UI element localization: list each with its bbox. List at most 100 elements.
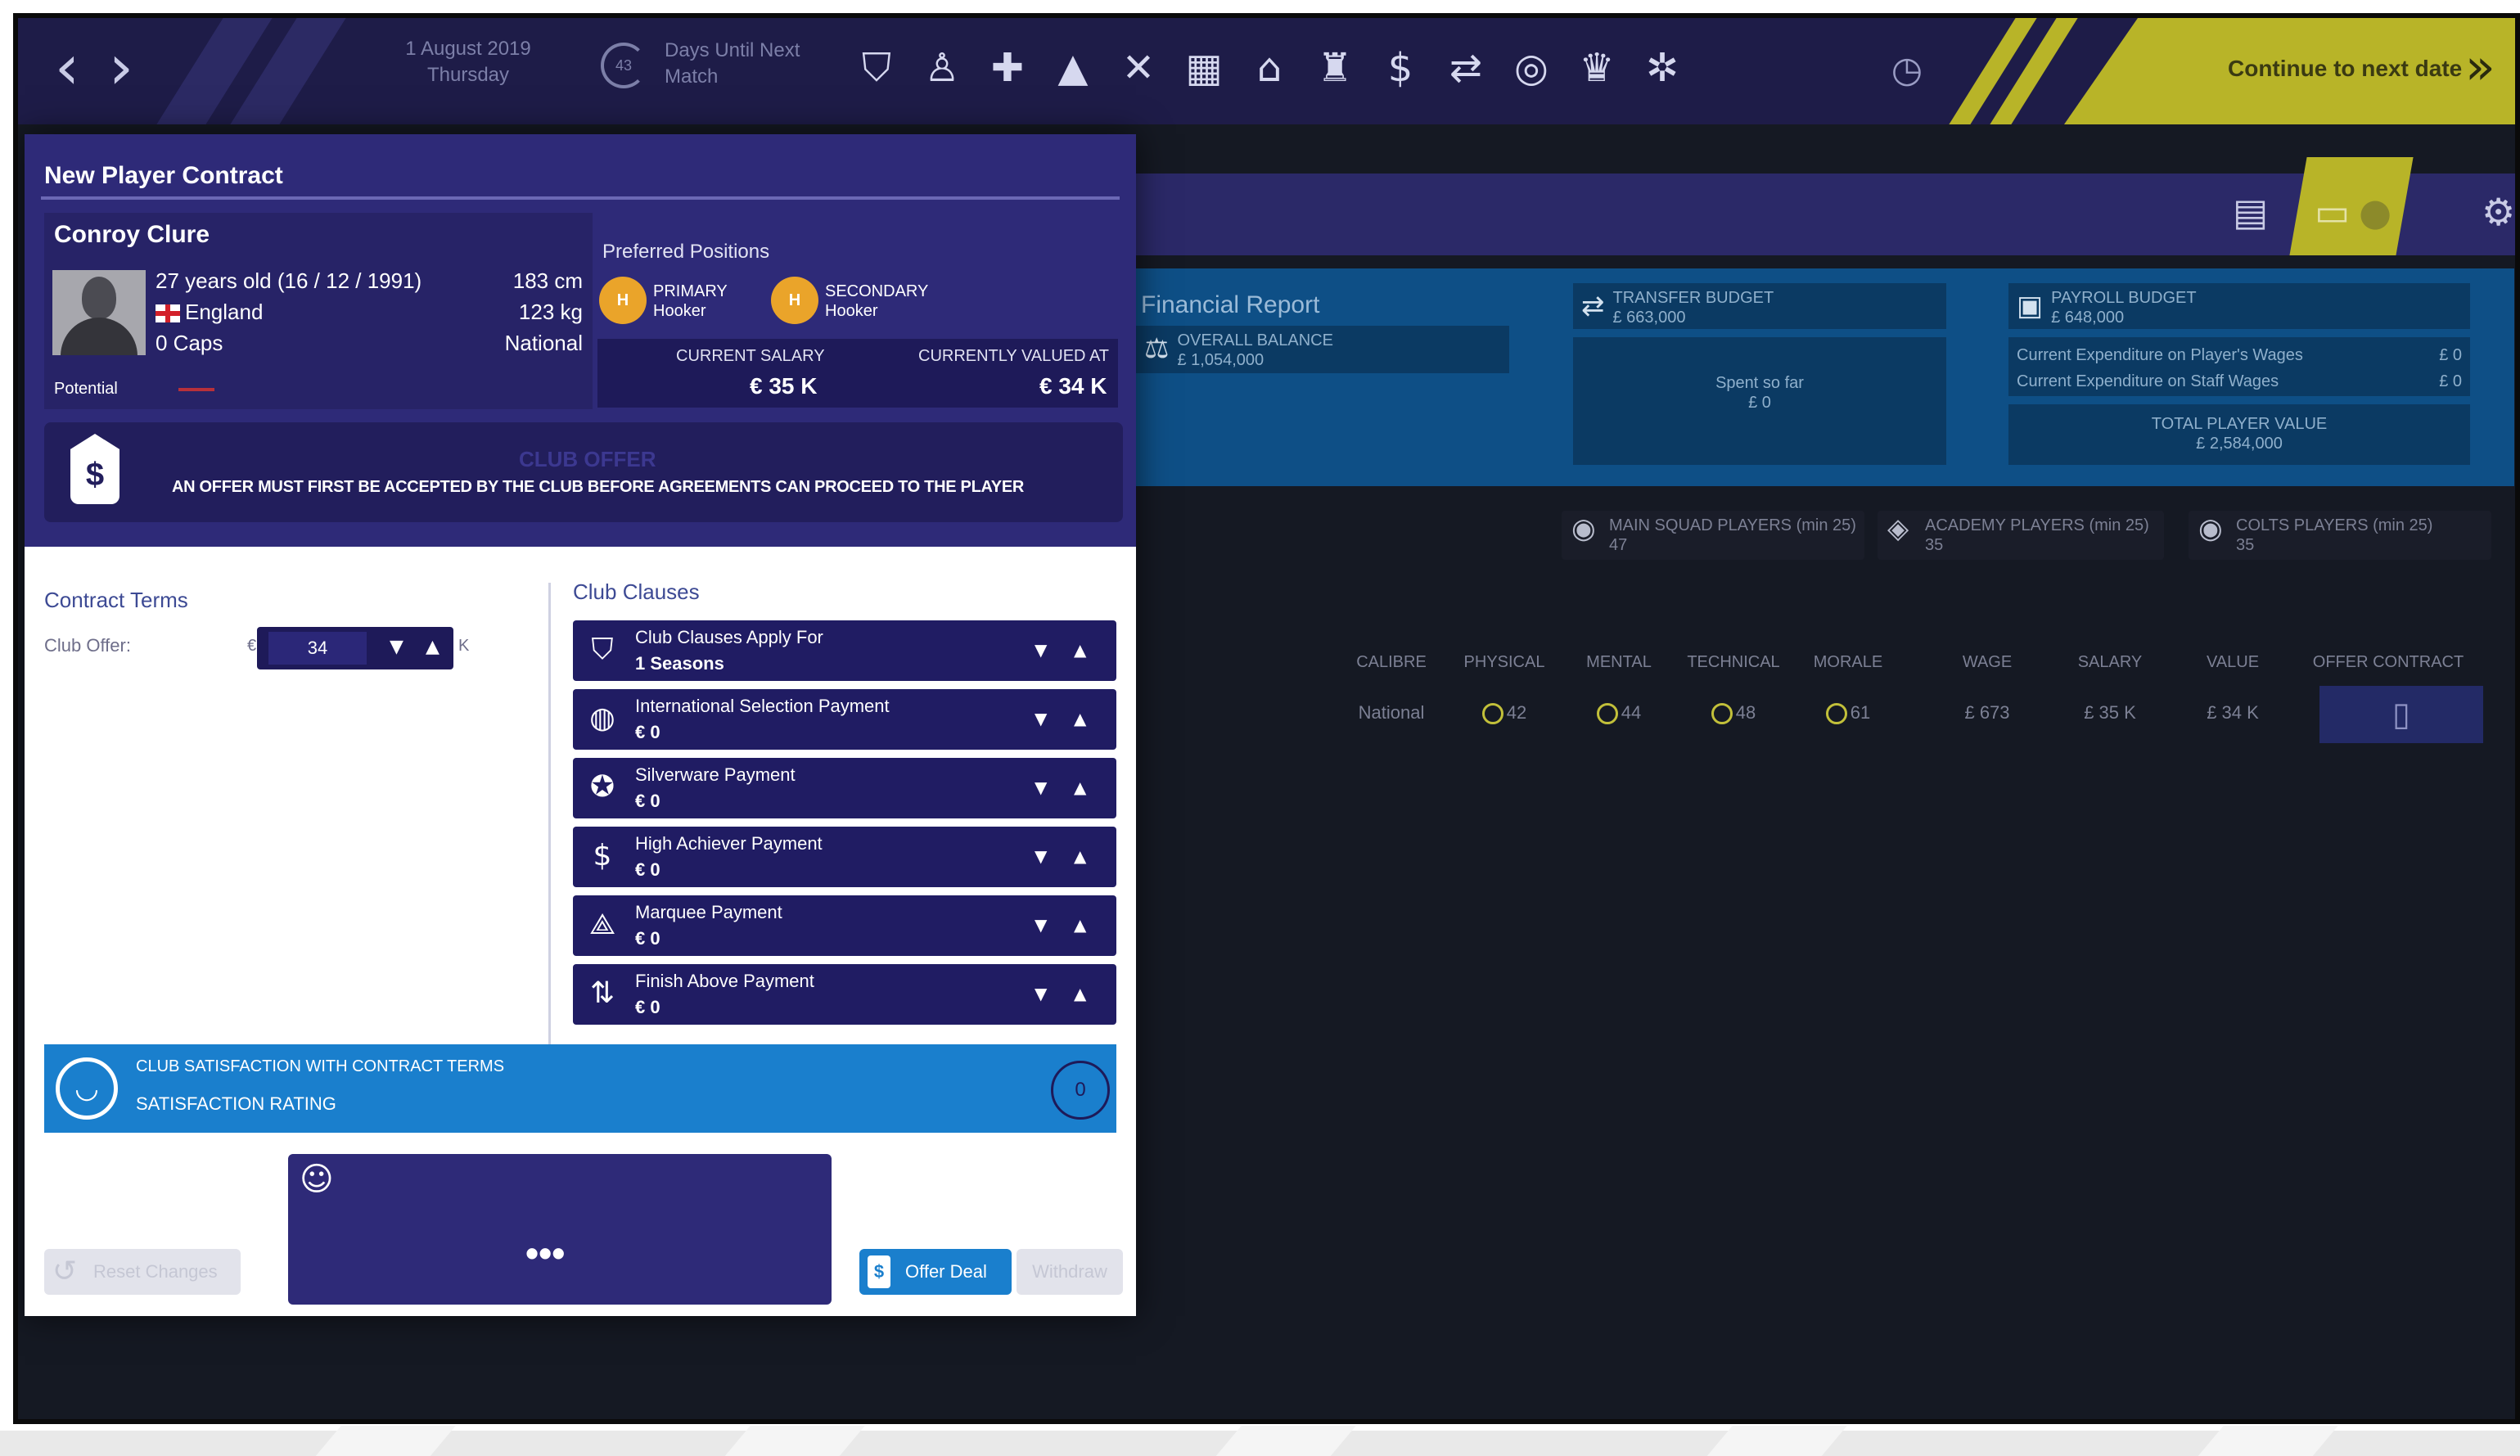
valued-value: € 34 K <box>1039 373 1107 399</box>
trophy-icon[interactable]: ♛ <box>1573 44 1621 92</box>
increase-arrow-icon[interactable]: ▲ <box>1074 778 1086 797</box>
potential-label: Potential <box>54 380 118 398</box>
satisfaction-title: CLUB SATISFACTION WITH CONTRACT TERMS <box>136 1057 505 1075</box>
player-avatar <box>52 270 146 355</box>
cell-wage: £ 673 <box>1964 702 2010 723</box>
decrease-arrow-icon[interactable]: ▼ <box>1035 984 1047 1003</box>
reset-icon: ↺ <box>52 1255 78 1288</box>
club-offer-input[interactable]: 34 <box>268 632 367 665</box>
decrease-arrow-icon[interactable]: ▼ <box>390 637 403 657</box>
withdraw-button[interactable]: Withdraw <box>1017 1249 1123 1295</box>
clock-icon[interactable]: ◷ <box>1881 47 1933 93</box>
decrease-arrow-icon[interactable]: ▼ <box>1035 915 1047 935</box>
increase-arrow-icon[interactable]: ▲ <box>1074 915 1086 935</box>
club-offer-stepper[interactable]: 34 ▼ ▲ <box>257 627 453 669</box>
notification-count-icon: ● <box>2359 190 2392 234</box>
clause-international[interactable]: ◍ International Selection Payment € 0 ▼ … <box>573 689 1116 750</box>
decrease-arrow-icon[interactable]: ▼ <box>1035 778 1047 797</box>
clause-name: Club Clauses Apply For <box>635 627 823 647</box>
decrease-arrow-icon[interactable]: ▼ <box>1035 709 1047 728</box>
offer-label: Offer Deal <box>905 1261 987 1282</box>
clause-name: Marquee Payment <box>635 902 782 922</box>
decrease-arrow-icon[interactable]: ▼ <box>1035 640 1047 660</box>
contract-icon: ▯ <box>2392 696 2410 733</box>
clause-marquee[interactable]: ⟁ Marquee Payment € 0 ▼ ▲ <box>573 895 1116 956</box>
scales-icon: ⚖ <box>1144 332 1170 365</box>
squad-icon[interactable]: ♜ <box>1311 44 1359 92</box>
double-chevron-right-icon[interactable]: » <box>2465 43 2495 92</box>
clipboard-icon[interactable]: ▤ <box>2233 190 2268 234</box>
medical-icon[interactable]: ✚ <box>984 44 1031 92</box>
offer-deal-button[interactable]: $ Offer Deal <box>859 1249 1012 1295</box>
academy-label: ACADEMY PLAYERS (min 25) <box>1925 516 2149 534</box>
cell-salary: £ 35 K <box>2084 702 2136 723</box>
cell-physical: 42 <box>1451 702 1558 725</box>
target-icon[interactable]: ◎ <box>1508 44 1555 92</box>
clause-value: 1 Seasons <box>635 653 724 674</box>
calendar-icon[interactable]: ▦ <box>1180 44 1228 92</box>
academy-stat: ◈ ACADEMY PLAYERS (min 25) 35 <box>1878 511 2164 560</box>
colts-value: 35 <box>2236 536 2255 554</box>
date-text: 1 August 2019 <box>405 38 531 60</box>
clause-finish-above[interactable]: ⇅ Finish Above Payment € 0 ▼ ▲ <box>573 964 1116 1025</box>
forward-arrow-icon[interactable]: › <box>97 34 146 100</box>
academy-value: 35 <box>1925 536 1944 554</box>
secondary-position-badge: H <box>771 277 818 324</box>
satisfaction-bar: ◡ CLUB SATISFACTION WITH CONTRACT TERMS … <box>44 1044 1116 1133</box>
cell-calibre: National <box>1358 702 1425 723</box>
home-icon[interactable]: ⌂ <box>1246 44 1293 92</box>
shield-icon[interactable]: ⛉ <box>853 44 900 92</box>
increase-arrow-icon[interactable]: ▲ <box>426 637 440 657</box>
player-country: England <box>156 296 422 327</box>
training-cone-icon[interactable]: ▲ <box>1049 44 1097 92</box>
reset-changes-button[interactable]: ↺ Reset Changes <box>44 1249 241 1295</box>
academy-badge-icon: ◈ <box>1887 512 1909 545</box>
clause-silverware[interactable]: ✪ Silverware Payment € 0 ▼ ▲ <box>573 758 1116 818</box>
transfers-icon[interactable]: ⇄ <box>1442 44 1490 92</box>
overall-balance: ⚖ OVERALL BALANCE £ 1,054,000 <box>1136 326 1509 373</box>
clause-seasons[interactable]: ⛉ Club Clauses Apply For 1 Seasons ▼ ▲ <box>573 620 1116 681</box>
clause-value: € 0 <box>635 859 660 880</box>
spent-value: £ 0 <box>1748 394 1771 412</box>
col-wage: WAGE <box>1962 653 2013 671</box>
back-arrow-icon[interactable]: ‹ <box>43 34 92 100</box>
england-flag-icon <box>156 304 180 323</box>
exp-players-label: Current Expenditure on Player's Wages <box>2017 346 2303 364</box>
finances-icon[interactable]: $ <box>1377 44 1424 92</box>
clause-value: € 0 <box>635 791 660 811</box>
offer-currency: € <box>247 637 257 655</box>
globe-icon: ◍ <box>589 701 615 735</box>
preferred-positions-title: Preferred Positions <box>602 241 770 263</box>
secondary-position: Hooker <box>825 302 878 320</box>
total-player-value: TOTAL PLAYER VALUE £ 2,584,000 <box>2008 404 2470 465</box>
weekday-text: Thursday <box>426 64 510 86</box>
increase-arrow-icon[interactable]: ▲ <box>1074 984 1086 1003</box>
tactics-icon[interactable]: ✕ <box>1115 44 1162 92</box>
increase-arrow-icon[interactable]: ▲ <box>1074 709 1086 728</box>
negotiation-chat-box: ☺ ••• <box>288 1154 832 1305</box>
increase-arrow-icon[interactable]: ▲ <box>1074 640 1086 660</box>
increase-arrow-icon[interactable]: ▲ <box>1074 846 1086 866</box>
valued-label: CURRENTLY VALUED AT <box>918 347 1110 365</box>
modal-title: New Player Contract <box>44 162 283 189</box>
mental-value: 44 <box>1621 702 1642 723</box>
gear-icon[interactable]: ⚙ <box>2482 190 2515 234</box>
col-offer-contract: OFFER CONTRACT <box>2312 653 2464 671</box>
exp-staff-row: Current Expenditure on Staff Wages £ 0 <box>2017 368 2462 394</box>
col-morale: MORALE <box>1813 653 1883 671</box>
dollar-tag-icon: $ <box>868 1255 890 1288</box>
colts-stat: ◉ COLTS PLAYERS (min 25) 35 <box>2189 511 2491 560</box>
continue-label[interactable]: Continue to next date <box>2228 56 2462 82</box>
decrease-arrow-icon[interactable]: ▼ <box>1035 846 1047 866</box>
inbox-tab[interactable] <box>2289 157 2414 255</box>
settings-cog-icon[interactable]: ✲ <box>1639 44 1686 92</box>
players-icon[interactable]: ♙ <box>918 44 966 92</box>
player-age: 27 years old (16 / 12 / 1991) <box>156 268 422 293</box>
exp-staff-value: £ 0 <box>2439 372 2462 390</box>
secondary-position-label: SECONDARY Hooker <box>825 282 928 321</box>
spent-so-far: Spent so far £ 0 <box>1573 337 1946 465</box>
physical-value: 42 <box>1506 702 1527 723</box>
inbox-icon[interactable]: ▭ <box>2315 190 2350 234</box>
offer-contract-button[interactable]: ▯ <box>2319 686 2483 743</box>
clause-high-achiever[interactable]: $ High Achiever Payment € 0 ▼ ▲ <box>573 827 1116 887</box>
